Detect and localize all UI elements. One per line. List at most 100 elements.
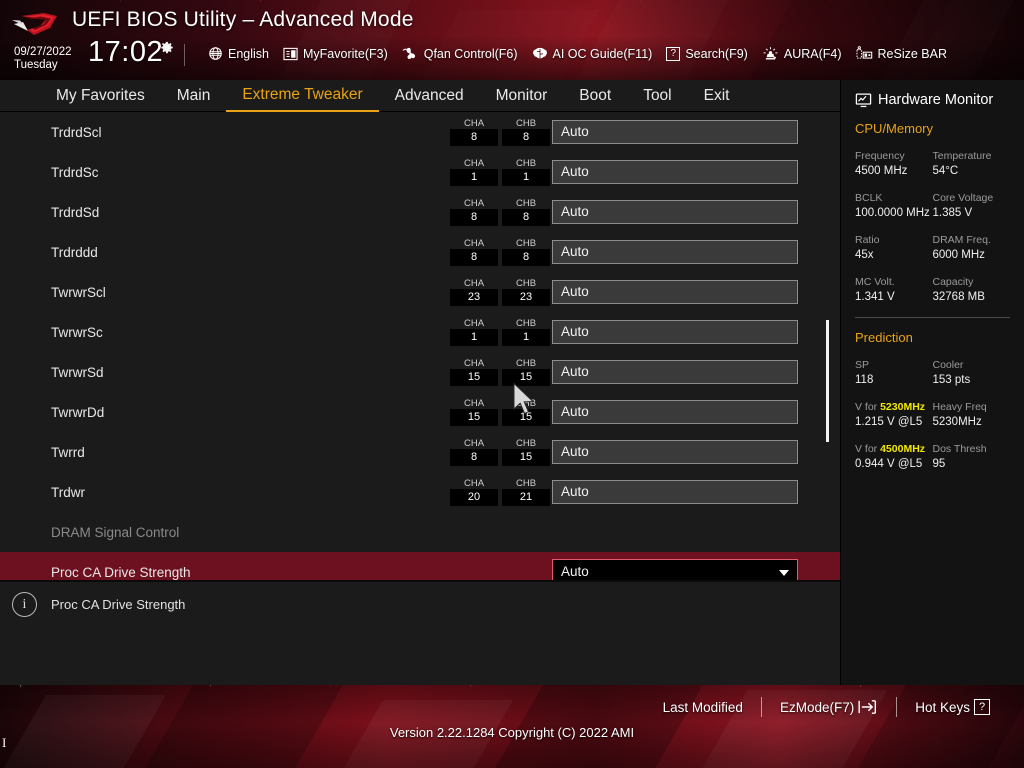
hw-stat-key: SP bbox=[855, 359, 870, 371]
channel-a-label: CHA bbox=[463, 198, 485, 209]
channel-values: CHA 15 CHB 15 bbox=[450, 358, 550, 386]
gear-icon[interactable] bbox=[160, 41, 174, 55]
hw-stat-key: Temperature bbox=[932, 150, 992, 162]
tab-extreme-tweaker[interactable]: Extreme Tweaker bbox=[226, 80, 379, 112]
table-row[interactable]: TwrwrSd CHA 15 CHB 15 Auto bbox=[0, 352, 840, 392]
row-label: Proc CA Drive Strength bbox=[51, 564, 191, 580]
bios-screen: UEFI BIOS Utility – Advanced Mode 09/27/… bbox=[0, 0, 1024, 768]
value-input[interactable]: Auto bbox=[552, 440, 798, 464]
aura-light-icon bbox=[763, 47, 778, 60]
channel-b-box: CHB 15 bbox=[502, 398, 550, 426]
hw-stat-right: DRAM Freq. 6000 MHz bbox=[933, 233, 1011, 263]
globe-icon bbox=[209, 47, 222, 60]
channel-b-label: CHB bbox=[515, 318, 537, 329]
header-item-search[interactable]: ? Search(F9) bbox=[666, 46, 748, 61]
value-input[interactable]: Auto bbox=[552, 400, 798, 424]
clock-text: 17:02 bbox=[88, 36, 164, 68]
last-modified-label: Last Modified bbox=[662, 699, 743, 715]
header-item-ai-oc-guide[interactable]: AI OC Guide(F11) bbox=[532, 46, 652, 61]
channel-a-value: 8 bbox=[450, 249, 498, 266]
value-input[interactable]: Auto bbox=[552, 160, 798, 184]
table-row[interactable]: TrdrdScl CHA 8 CHB 8 Auto bbox=[0, 112, 840, 152]
value-text: Auto bbox=[561, 244, 589, 259]
value-input[interactable]: Auto bbox=[552, 320, 798, 344]
tab-boot[interactable]: Boot bbox=[563, 81, 627, 111]
monitor-graph-icon bbox=[855, 92, 872, 107]
value-input[interactable]: Auto bbox=[552, 280, 798, 304]
channel-values: CHA 15 CHB 15 bbox=[450, 398, 550, 426]
header-item-label: Qfan Control(F6) bbox=[423, 46, 518, 61]
table-row[interactable]: TwrwrScl CHA 23 CHB 23 Auto bbox=[0, 272, 840, 312]
question-box-icon: ? bbox=[666, 46, 681, 61]
brain-icon bbox=[532, 47, 547, 59]
channel-a-box: CHA 1 bbox=[450, 158, 498, 186]
hotkeys-label: Hot Keys bbox=[915, 699, 970, 715]
scrollbar-thumb[interactable] bbox=[826, 320, 829, 442]
header-item-aura[interactable]: AURA(F4) bbox=[762, 46, 842, 61]
tab-monitor[interactable]: Monitor bbox=[480, 81, 564, 111]
list-item-submenu[interactable]: DRAM Signal Control bbox=[0, 512, 840, 552]
channel-b-value: 15 bbox=[502, 369, 550, 386]
hw-stat-pair: Ratio 45x DRAM Freq. 6000 MHz bbox=[855, 233, 1010, 263]
row-label: TrdrdSc bbox=[51, 164, 99, 180]
table-row[interactable]: Twrrd CHA 8 CHB 15 Auto bbox=[0, 432, 840, 472]
tab-main[interactable]: Main bbox=[161, 81, 227, 111]
channel-b-value: 23 bbox=[502, 289, 550, 306]
ezmode-button[interactable]: EzMode(F7) bbox=[762, 700, 896, 715]
hw-stat-pair: V for 4500MHz 0.944 V @L5 Dos Thresh 95 bbox=[855, 442, 1010, 472]
channel-a-label: CHA bbox=[463, 238, 485, 249]
header-item-myfavorite[interactable]: MyFavorite(F3) bbox=[283, 47, 388, 61]
channel-b-label: CHB bbox=[515, 398, 537, 409]
header-item-label: ReSize BAR bbox=[877, 46, 947, 61]
tab-exit[interactable]: Exit bbox=[688, 81, 746, 111]
settings-list: TrdrdScl CHA 8 CHB 8 Auto TrdrdSc CHA 1 CHB 1 Auto T… bbox=[0, 112, 840, 580]
value-text: Auto bbox=[561, 164, 589, 179]
hw-stat-right: Heavy Freq 5230MHz bbox=[933, 400, 1011, 430]
text-caret-artifact: I bbox=[2, 735, 7, 750]
table-row[interactable]: Trdwr CHA 20 CHB 21 Auto bbox=[0, 472, 840, 512]
table-row[interactable]: TwrwrSc CHA 1 CHB 1 Auto bbox=[0, 312, 840, 352]
hw-stat-value: 5230MHz bbox=[932, 416, 982, 428]
value-input[interactable]: Auto bbox=[552, 200, 798, 224]
channel-b-value: 15 bbox=[502, 409, 550, 426]
value-input[interactable]: Auto bbox=[552, 120, 798, 144]
hw-stat-key: Frequency bbox=[855, 150, 905, 162]
row-label: TwrwrSc bbox=[51, 324, 103, 340]
list-scrollbar[interactable] bbox=[826, 112, 829, 580]
header-item-resize-bar[interactable]: ReSize BAR bbox=[856, 46, 947, 61]
tab-tool[interactable]: Tool bbox=[627, 81, 687, 111]
hw-stat-pair: Frequency 4500 MHz Temperature 54°C bbox=[855, 149, 1010, 179]
hw-stat-pair: MC Volt. 1.341 V Capacity 32768 MB bbox=[855, 275, 1010, 305]
table-row[interactable]: TrdrdSd CHA 8 CHB 8 Auto bbox=[0, 192, 840, 232]
header-menu: English MyFavorite(F3) Qfan Control(F6) … bbox=[208, 46, 947, 61]
hw-stat-value: 1.215 V @L5 bbox=[855, 416, 923, 428]
hw-stat-value: 54°C bbox=[932, 165, 959, 177]
row-label: TwrwrDd bbox=[51, 404, 105, 420]
value-input[interactable]: Auto bbox=[552, 480, 798, 504]
hw-stat-key-text: V for bbox=[855, 443, 881, 455]
row-label: Twrrd bbox=[51, 444, 85, 460]
page-title: UEFI BIOS Utility – Advanced Mode bbox=[72, 8, 414, 31]
table-row[interactable]: Trdrddd CHA 8 CHB 8 Auto bbox=[0, 232, 840, 272]
hw-stat-right: Dos Thresh 95 bbox=[933, 442, 1011, 472]
channel-a-value: 8 bbox=[450, 129, 498, 146]
last-modified-button[interactable]: Last Modified bbox=[645, 700, 761, 715]
value-input[interactable]: Auto bbox=[552, 360, 798, 384]
header-item-english[interactable]: English bbox=[208, 46, 269, 61]
hw-stat-value: 45x bbox=[855, 249, 874, 261]
channel-b-box: CHB 23 bbox=[502, 278, 550, 306]
table-row[interactable]: Proc CA Drive Strength Auto bbox=[0, 552, 840, 580]
hw-stat-left: V for 4500MHz 0.944 V @L5 bbox=[855, 442, 933, 472]
ezmode-label: EzMode(F7) bbox=[779, 699, 855, 715]
value-text: Auto bbox=[561, 204, 589, 219]
value-input[interactable]: Auto bbox=[552, 240, 798, 264]
tab-advanced[interactable]: Advanced bbox=[379, 81, 480, 111]
channel-a-box: CHA 8 bbox=[450, 198, 498, 226]
channel-b-box: CHB 1 bbox=[502, 318, 550, 346]
tab-my-favorites[interactable]: My Favorites bbox=[40, 81, 161, 111]
header-item-qfan-control[interactable]: Qfan Control(F6) bbox=[402, 46, 518, 61]
table-row[interactable]: TwrwrDd CHA 15 CHB 15 Auto bbox=[0, 392, 840, 432]
table-row[interactable]: TrdrdSc CHA 1 CHB 1 Auto bbox=[0, 152, 840, 192]
value-dropdown[interactable]: Auto bbox=[552, 559, 798, 580]
hotkeys-button[interactable]: Hot Keys ? bbox=[897, 699, 1008, 715]
